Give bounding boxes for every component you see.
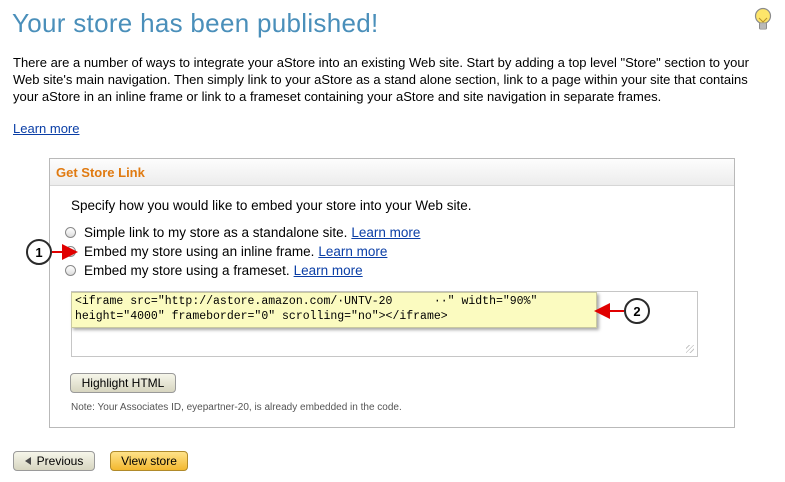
option-inline-frame[interactable]: Embed my store using an inline frame. Le… bbox=[65, 244, 387, 259]
embed-code: <iframe src="http://astore.amazon.com/·U… bbox=[75, 294, 537, 324]
option-standalone[interactable]: Simple link to my store as a standalone … bbox=[65, 225, 420, 240]
radio-inline-frame[interactable] bbox=[65, 246, 76, 257]
get-store-link-panel: Get Store Link Specify how you would lik… bbox=[49, 158, 735, 428]
previous-button[interactable]: Previous bbox=[13, 451, 95, 471]
option-frameset-label: Embed my store using a frameset. bbox=[84, 263, 290, 278]
code-line-1: <iframe src="http://astore.amazon.com/·U… bbox=[75, 295, 538, 308]
associates-note: Note: Your Associates ID, eyepartner-20,… bbox=[71, 402, 402, 413]
callout-2: 2 bbox=[624, 298, 650, 324]
resize-grip-icon[interactable] bbox=[686, 345, 694, 353]
lightbulb-icon bbox=[754, 7, 772, 30]
code-line-2: height="4000" frameborder="0" scrolling=… bbox=[75, 310, 448, 323]
triangle-left-icon bbox=[24, 457, 31, 465]
callout-1: 1 bbox=[26, 239, 52, 265]
option-inline-frame-label: Embed my store using an inline frame. bbox=[84, 244, 315, 259]
option-standalone-learn-more[interactable]: Learn more bbox=[351, 225, 420, 240]
option-inline-frame-learn-more[interactable]: Learn more bbox=[318, 244, 387, 259]
radio-frameset[interactable] bbox=[65, 265, 76, 276]
intro-paragraph: There are a number of ways to integrate … bbox=[13, 55, 749, 104]
panel-header: Get Store Link bbox=[50, 159, 734, 186]
embed-instruction: Specify how you would like to embed your… bbox=[71, 198, 472, 213]
page-title: Your store has been published! bbox=[12, 8, 379, 38]
embed-code-textarea[interactable]: <iframe src="http://astore.amazon.com/·U… bbox=[71, 291, 698, 357]
previous-label: Previous bbox=[36, 454, 84, 468]
highlight-html-button[interactable]: Highlight HTML bbox=[70, 373, 176, 393]
radio-standalone[interactable] bbox=[65, 227, 76, 238]
option-standalone-label: Simple link to my store as a standalone … bbox=[84, 225, 348, 240]
view-store-button[interactable]: View store bbox=[110, 451, 188, 471]
option-frameset-learn-more[interactable]: Learn more bbox=[294, 263, 363, 278]
learn-more-link[interactable]: Learn more bbox=[13, 121, 79, 136]
option-frameset[interactable]: Embed my store using a frameset. Learn m… bbox=[65, 263, 363, 278]
panel-title: Get Store Link bbox=[56, 165, 145, 180]
